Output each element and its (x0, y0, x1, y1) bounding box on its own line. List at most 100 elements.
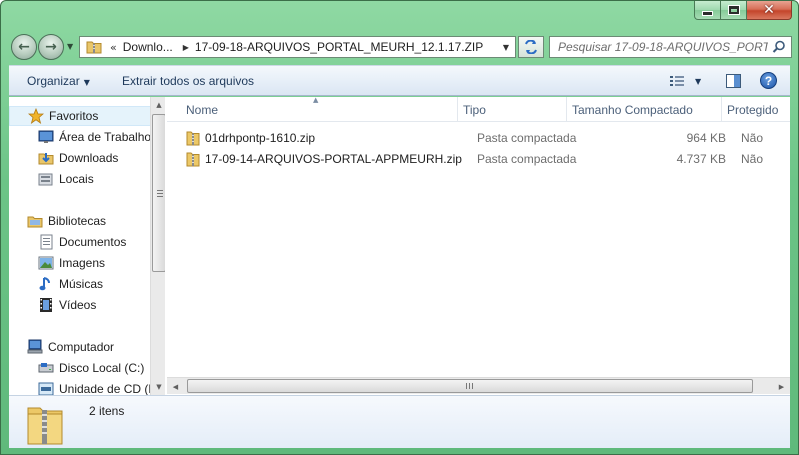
scroll-left-icon[interactable]: ◀ (167, 378, 184, 395)
star-icon (28, 108, 44, 124)
column-header-label: Protegido (727, 102, 779, 117)
search-input[interactable] (558, 40, 768, 54)
nav-item-recent-places[interactable]: Locais (9, 169, 157, 189)
scroll-down-icon[interactable]: ▼ (151, 379, 165, 395)
grip-icon (466, 383, 473, 389)
videos-icon (40, 298, 52, 312)
column-header-protected[interactable]: Protegido (722, 97, 790, 122)
nav-item-desktop[interactable]: Área de Trabalho (9, 127, 157, 147)
file-protected: Não (741, 131, 764, 145)
recent-pages-button[interactable]: ▼ (67, 42, 77, 52)
column-header-label: Tipo (463, 102, 486, 117)
file-name: 17-09-14-ARQUIVOS-PORTAL-APPMEURH.zip (205, 151, 462, 166)
column-header-name[interactable]: Nome (181, 97, 458, 122)
search-box[interactable] (549, 36, 792, 58)
nav-favorites-label: Favoritos (49, 109, 99, 123)
file-size: 4.737 KB (676, 152, 726, 166)
organize-button[interactable]: Organizar ▼ (27, 74, 90, 88)
column-header-type[interactable]: Tipo (458, 97, 567, 122)
zip-folder-icon (86, 41, 102, 54)
nav-item-videos[interactable]: Vídeos (9, 295, 157, 315)
breadcrumb-separator-icon[interactable]: ▶ (183, 43, 189, 52)
address-dropdown-button[interactable]: ▼ (497, 37, 515, 57)
forward-button[interactable]: → (38, 34, 64, 60)
help-icon: ? (764, 73, 773, 88)
nav-item-cd-drive[interactable]: Unidade de CD (E (9, 379, 157, 395)
nav-item-pictures[interactable]: Imagens (9, 253, 157, 273)
nav-item-documents[interactable]: Documentos (9, 232, 157, 252)
nav-computer[interactable]: Computador (9, 337, 157, 357)
nav-item-label: Vídeos (59, 298, 97, 312)
breadcrumb-current-zip[interactable]: 17-09-18-ARQUIVOS_PORTAL_MEURH_12.1.17.Z… (195, 40, 483, 54)
grip-icon (157, 190, 163, 197)
documents-icon (40, 234, 53, 250)
nav-item-music[interactable]: Músicas (9, 274, 157, 294)
nav-libraries-label: Bibliotecas (48, 214, 107, 228)
content-area: Favoritos Área de Trabalho Downloads Loc… (9, 96, 790, 395)
arrow-right-icon: → (45, 39, 57, 55)
file-size: 964 KB (686, 131, 726, 145)
navigation-scrollbar-thumb[interactable] (152, 114, 165, 272)
close-icon: ✕ (763, 2, 775, 18)
file-type: Pasta compactada (477, 131, 577, 145)
search-icon[interactable] (772, 40, 786, 54)
chevron-down-icon: ▼ (67, 42, 74, 51)
item-count: 2 itens (89, 404, 125, 418)
organize-label: Organizar (27, 74, 80, 88)
navigation-pane: Favoritos Área de Trabalho Downloads Loc… (9, 97, 165, 395)
navigation-row: ← → ▼ « Downlo... ▶ 17-09-18-ARQUIVOS_PO… (9, 34, 792, 60)
file-type: Pasta compactada (477, 152, 577, 166)
local-disk-icon (38, 363, 54, 373)
nav-item-label: Disco Local (C:) (59, 361, 145, 375)
zip-folder-icon (186, 131, 200, 146)
nav-favorites[interactable]: Favoritos (9, 106, 157, 126)
refresh-button[interactable] (518, 36, 544, 58)
file-list-pane: ▲ Nome Tipo Tamanho Compactado Protegido… (167, 96, 790, 395)
maximize-button[interactable] (721, 1, 747, 20)
chevron-down-icon: ▼ (502, 42, 510, 52)
address-overflow-chevron[interactable]: « (110, 41, 117, 54)
music-icon (39, 277, 50, 291)
column-header-label: Tamanho Compactado (572, 102, 693, 117)
scroll-up-icon[interactable]: ▲ (151, 97, 165, 113)
nav-item-label: Músicas (59, 277, 104, 291)
nav-item-label: Área de Trabalho (59, 130, 152, 144)
nav-computer-label: Computador (48, 340, 115, 354)
file-protected: Não (741, 152, 764, 166)
nav-item-downloads[interactable]: Downloads (9, 148, 157, 168)
extract-all-button[interactable]: Extrair todos os arquivos (122, 74, 254, 88)
breadcrumb-downloads[interactable]: Downlo... (123, 40, 173, 54)
back-button[interactable]: ← (11, 34, 37, 60)
file-name-cell: 17-09-14-ARQUIVOS-PORTAL-APPMEURH.zip (186, 150, 462, 167)
minimize-button[interactable] (694, 1, 721, 20)
minimize-icon (703, 11, 712, 15)
nav-item-local-disk[interactable]: Disco Local (C:) (9, 358, 157, 378)
table-row[interactable]: 01drhpontp-1610.zip Pasta compactada 964… (181, 128, 790, 148)
table-row[interactable]: 17-09-14-ARQUIVOS-PORTAL-APPMEURH.zip Pa… (181, 149, 790, 169)
navigation-scrollbar[interactable]: ▲ ▼ (150, 97, 165, 395)
recent-places-icon (38, 173, 53, 186)
preview-pane-icon[interactable] (726, 74, 741, 88)
chevron-down-icon: ▼ (695, 76, 702, 86)
close-button[interactable]: ✕ (747, 1, 792, 20)
computer-icon (27, 339, 43, 354)
change-view-button[interactable]: ▼ (669, 74, 705, 88)
scroll-right-icon[interactable]: ▶ (773, 378, 790, 395)
nav-item-label: Unidade de CD (E (59, 382, 157, 395)
pictures-icon (38, 256, 54, 270)
zip-folder-icon (186, 152, 200, 167)
nav-item-label: Downloads (59, 151, 119, 165)
column-header-row: ▲ Nome Tipo Tamanho Compactado Protegido (167, 96, 790, 122)
horizontal-scrollbar[interactable]: ◀ ▶ (167, 377, 790, 394)
cd-drive-icon (38, 382, 54, 395)
nav-item-label: Imagens (59, 256, 106, 270)
nav-item-label: Documentos (59, 235, 127, 249)
arrow-left-icon: ← (18, 39, 30, 55)
help-button[interactable]: ? (760, 72, 777, 89)
column-header-compressed-size[interactable]: Tamanho Compactado (567, 97, 722, 122)
libraries-icon (27, 216, 43, 228)
extract-all-label: Extrair todos os arquivos (122, 74, 255, 88)
horizontal-scrollbar-thumb[interactable] (187, 379, 753, 393)
address-bar[interactable]: « Downlo... ▶ 17-09-18-ARQUIVOS_PORTAL_M… (79, 36, 516, 58)
nav-libraries[interactable]: Bibliotecas (9, 211, 157, 231)
